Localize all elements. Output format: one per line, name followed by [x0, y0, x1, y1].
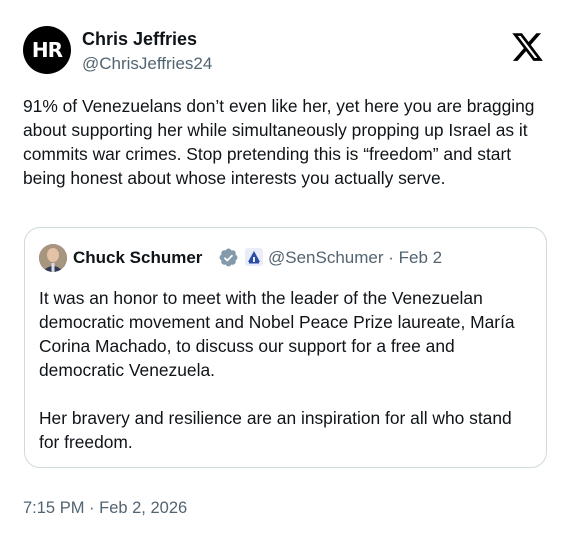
x-logo-icon[interactable] — [510, 30, 545, 64]
quoted-tweet[interactable]: Chuck Schumer @SenSchumer · Feb 2 It was… — [24, 227, 547, 468]
quoted-tweet-text: It was an honor to meet with the leader … — [39, 286, 535, 454]
quoted-author-avatar-photo — [39, 244, 67, 272]
tweet-text: 91% of Venezuelans don’t even like her, … — [23, 96, 535, 188]
quoted-author-name[interactable]: Chuck Schumer — [73, 246, 202, 270]
author-handle[interactable]: @ChrisJeffries24 — [82, 52, 212, 76]
quoted-tweet-paragraph: Her bravery and resilience are an inspir… — [39, 408, 512, 452]
author-avatar[interactable]: HR — [23, 26, 71, 74]
quoted-author-avatar[interactable] — [39, 244, 67, 272]
quoted-author-handle-date[interactable]: @SenSchumer · Feb 2 — [268, 246, 442, 270]
quoted-tweet-paragraph: It was an honor to meet with the leader … — [39, 288, 515, 380]
government-building-icon — [245, 248, 263, 266]
tweet-card: HR Chris Jeffries @ChrisJeffries24 91% o… — [0, 0, 570, 546]
author-name[interactable]: Chris Jeffries — [82, 27, 197, 51]
author-avatar-logo: HR — [31, 38, 63, 62]
verified-badge-icon — [219, 248, 238, 267]
tweet-timestamp[interactable]: 7:15 PM · Feb 2, 2026 — [23, 496, 187, 520]
